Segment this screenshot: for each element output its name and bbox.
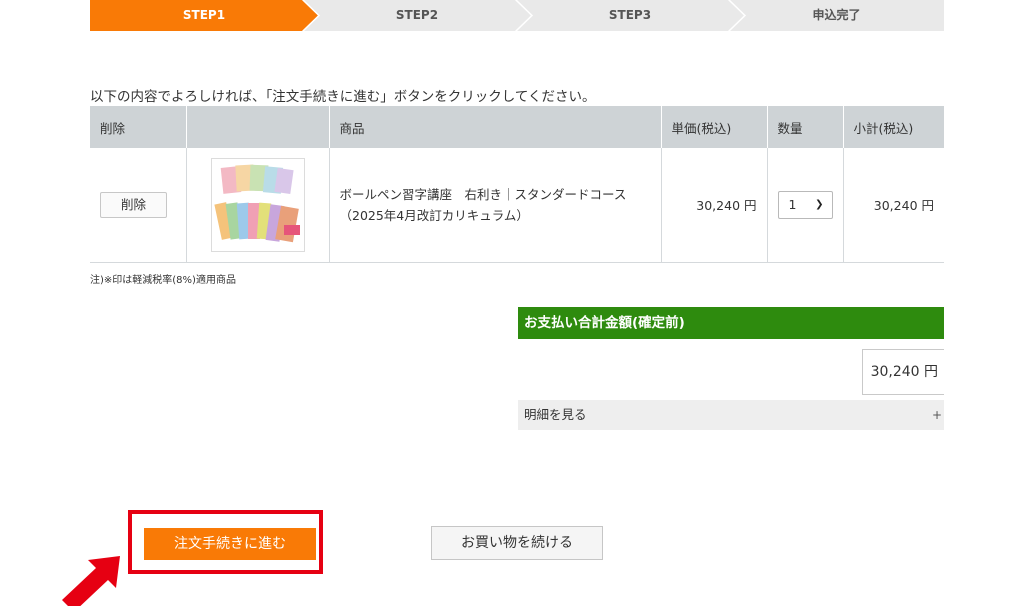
step-progress-bar: STEP1 STEP2 STEP3 申込完了 [90, 0, 944, 31]
header-quantity: 数量 [767, 106, 844, 148]
detail-label: 明細を見る [524, 407, 587, 422]
table-header-row: 削除 商品 単価(税込) 数量 小計(税込) [90, 106, 944, 148]
instruction-text: 以下の内容でよろしければ、「注文手続きに進む」ボタンをクリックしてください。 [90, 89, 596, 105]
total-amount: 30,240 円 [862, 349, 944, 395]
header-subtotal: 小計(税込) [843, 106, 944, 148]
table-row: 削除 ボールペン習字講座 右利き｜スタンダードコース （2025年4月改訂カリキ… [90, 148, 944, 263]
cart-table: 削除 商品 単価(税込) 数量 小計(税込) 削除 ボールペン習字講座 右利き｜… [90, 106, 944, 263]
product-cell: ボールペン習字講座 右利き｜スタンダードコース （2025年4月改訂カリキュラム… [329, 148, 662, 263]
product-name[interactable]: ボールペン習字講座 右利き｜スタンダードコース （2025年4月改訂カリキュラム… [340, 184, 651, 227]
delete-button[interactable]: 削除 [100, 191, 167, 218]
step-1-label: STEP1 [182, 8, 226, 22]
subtotal: 30,240 円 [843, 148, 944, 263]
header-unit-price: 単価(税込) [661, 106, 768, 148]
header-product: 商品 [329, 106, 662, 148]
header-image [186, 106, 330, 148]
quantity-select[interactable]: 1 ❯ [777, 190, 833, 219]
tax-note: 注)※印は軽減税率(8%)適用商品 [90, 275, 236, 286]
plus-icon: + [931, 408, 942, 422]
product-thumbnail[interactable] [210, 157, 305, 252]
quantity-value: 1 [788, 196, 797, 212]
step-4-label: 申込完了 [812, 8, 861, 22]
step-2-label: STEP2 [395, 8, 439, 22]
unit-price: 30,240 円 [661, 148, 768, 263]
chevron-down-icon: ❯ [815, 198, 824, 210]
detail-toggle-row[interactable]: 明細を見る + [518, 400, 944, 430]
total-header: お支払い合計金額(確定前) [518, 307, 944, 339]
product-image [213, 164, 300, 243]
continue-shopping-button[interactable]: お買い物を続ける [431, 526, 603, 560]
cart-page: STEP1 STEP2 STEP3 申込完了 以下の内容でよろしければ、「注文手… [0, 0, 1024, 608]
quantity-cell: 1 ❯ [767, 148, 844, 263]
image-cell [186, 148, 330, 263]
header-delete: 削除 [90, 106, 187, 148]
red-arrow-annotation-icon [62, 556, 120, 606]
step-3-label: STEP3 [608, 8, 652, 22]
delete-cell: 削除 [90, 148, 187, 263]
proceed-to-order-button[interactable]: 注文手続きに進む [144, 528, 316, 560]
